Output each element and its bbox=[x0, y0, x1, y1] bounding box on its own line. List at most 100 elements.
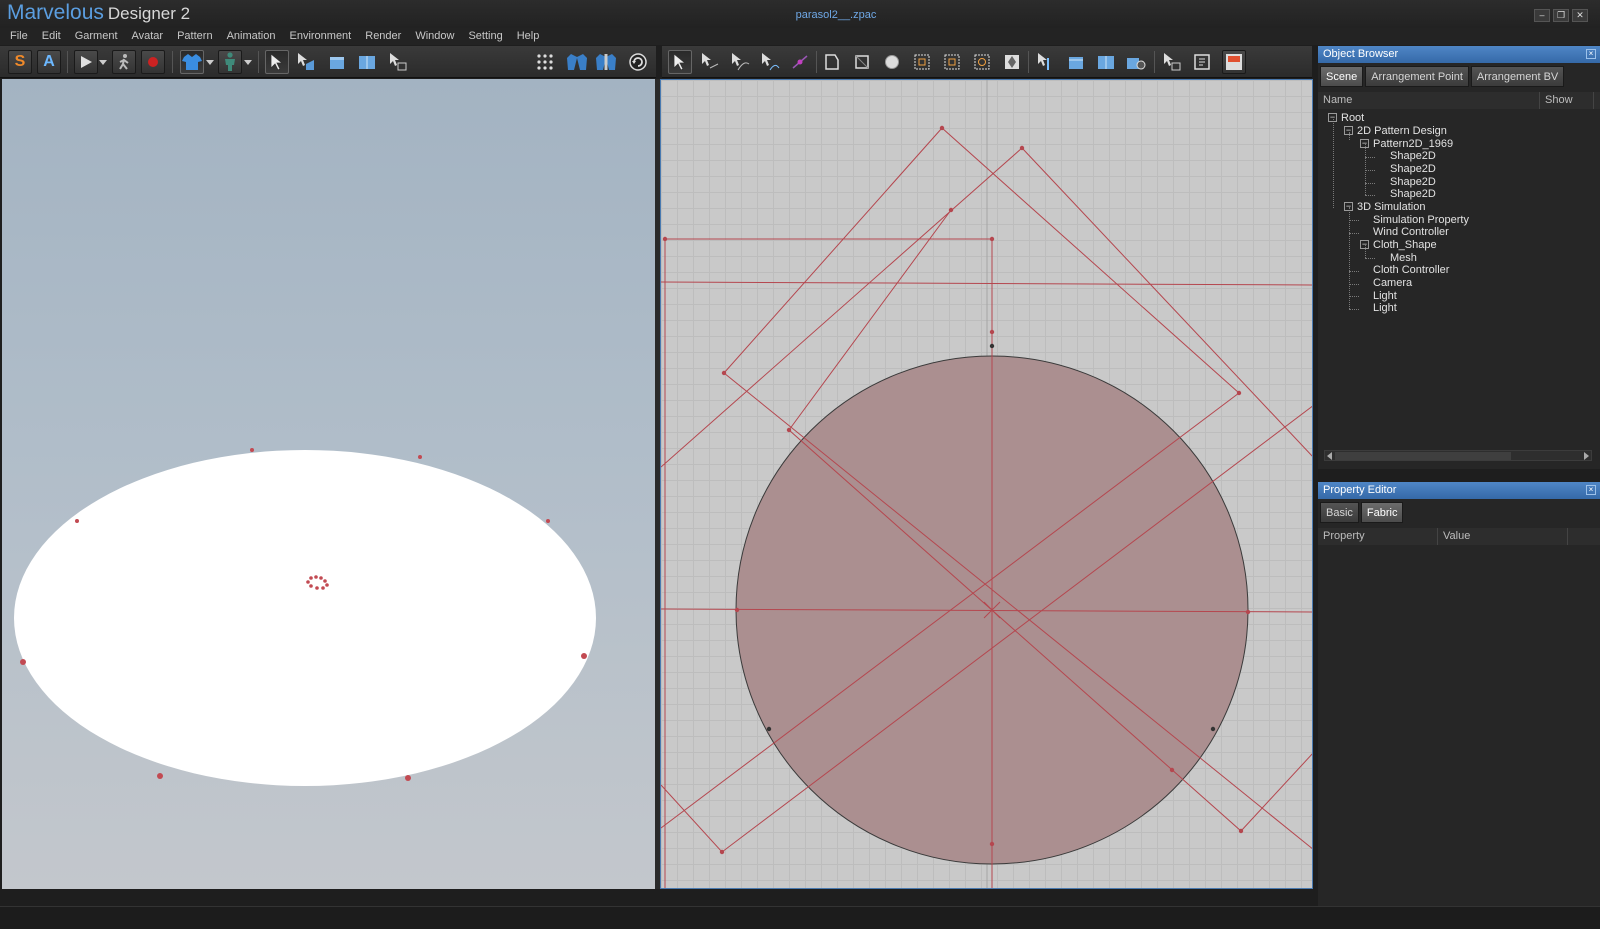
scrollbar-thumb[interactable] bbox=[1335, 452, 1511, 460]
viewport-3d[interactable] bbox=[2, 79, 655, 889]
play-dropdown[interactable] bbox=[98, 50, 108, 74]
viewport-2d[interactable] bbox=[660, 79, 1313, 889]
record-button[interactable] bbox=[141, 50, 165, 74]
menu-garment[interactable]: Garment bbox=[75, 28, 118, 45]
tree-item-root[interactable]: − Root bbox=[1328, 112, 1364, 125]
menu-window[interactable]: Window bbox=[415, 28, 454, 45]
free-sewing-button[interactable] bbox=[1064, 50, 1088, 74]
edit-pattern-button[interactable] bbox=[698, 50, 722, 74]
garment-view-button[interactable] bbox=[565, 50, 589, 74]
close-button[interactable]: ✕ bbox=[1572, 9, 1588, 22]
dots-grid-icon bbox=[537, 54, 553, 70]
collapse-icon[interactable]: − bbox=[1344, 202, 1353, 211]
scroll-right-icon[interactable] bbox=[1583, 452, 1590, 460]
pattern-point-3d bbox=[75, 519, 79, 523]
tab-scene[interactable]: Scene bbox=[1320, 66, 1364, 87]
tree-item-cloth-shape[interactable]: − Cloth_Shape bbox=[1360, 239, 1437, 252]
tree-item-light[interactable]: Light bbox=[1373, 302, 1397, 315]
polygon-button[interactable] bbox=[820, 50, 844, 74]
reset-button[interactable] bbox=[626, 50, 650, 74]
polygon-icon bbox=[825, 54, 839, 70]
select-mesh-button[interactable] bbox=[294, 50, 318, 74]
garment-button[interactable] bbox=[180, 50, 204, 74]
avatar-button[interactable] bbox=[218, 50, 242, 74]
select-mesh-icon bbox=[298, 53, 314, 70]
edit-sewing-button[interactable] bbox=[758, 50, 782, 74]
tree-item-shape2d[interactable]: Shape2D bbox=[1390, 163, 1436, 176]
tree-item-3d-simulation[interactable]: −3D Simulation bbox=[1344, 201, 1425, 214]
status-bar bbox=[0, 906, 1600, 929]
particle-distance-button[interactable] bbox=[533, 50, 557, 74]
tree-item-wind-controller[interactable]: Wind Controller bbox=[1373, 226, 1449, 239]
column-name[interactable]: Name bbox=[1318, 92, 1540, 109]
annotation-button[interactable] bbox=[1190, 50, 1214, 74]
menu-setting[interactable]: Setting bbox=[468, 28, 502, 45]
menu-environment[interactable]: Environment bbox=[289, 28, 351, 45]
tree-item-shape2d[interactable]: Shape2D bbox=[1390, 188, 1436, 201]
menu-avatar[interactable]: Avatar bbox=[132, 28, 164, 45]
scroll-left-icon[interactable] bbox=[1326, 452, 1333, 460]
object-browser-tabs: Scene Arrangement Point Arrangement BV bbox=[1318, 63, 1600, 87]
minimize-button[interactable]: – bbox=[1534, 9, 1550, 22]
internal-circle-button[interactable] bbox=[970, 50, 994, 74]
menu-render[interactable]: Render bbox=[365, 28, 401, 45]
close-icon[interactable]: × bbox=[1586, 485, 1596, 495]
square-pattern-1[interactable] bbox=[723, 127, 1240, 394]
internal-polygon-icon bbox=[914, 54, 930, 70]
tree-item-cloth-controller[interactable]: Cloth Controller bbox=[1373, 264, 1449, 277]
texture-button[interactable] bbox=[1222, 50, 1246, 74]
dart-button[interactable] bbox=[1000, 50, 1024, 74]
menu-edit[interactable]: Edit bbox=[42, 28, 61, 45]
internal-polygon-button[interactable] bbox=[910, 50, 934, 74]
add-point-icon bbox=[792, 55, 808, 69]
fold-button[interactable] bbox=[355, 50, 379, 74]
garment-dropdown[interactable] bbox=[205, 50, 215, 74]
animation-mode-button[interactable]: A bbox=[37, 50, 61, 74]
menu-pattern[interactable]: Pattern bbox=[177, 28, 212, 45]
close-icon[interactable]: × bbox=[1586, 49, 1596, 59]
play-button[interactable] bbox=[74, 50, 98, 74]
column-value[interactable]: Value bbox=[1438, 528, 1568, 545]
menu-animation[interactable]: Animation bbox=[227, 28, 276, 45]
scene-tree: − Root −2D Pattern Design − Pattern2D_1969… bbox=[1318, 109, 1600, 439]
tab-fabric[interactable]: Fabric bbox=[1360, 502, 1404, 523]
segment-sewing-button[interactable] bbox=[1034, 50, 1058, 74]
chevron-down-icon bbox=[244, 60, 252, 65]
simulation-mode-button[interactable]: S bbox=[8, 50, 32, 74]
select-box-icon bbox=[1164, 53, 1181, 71]
collapse-icon[interactable]: − bbox=[1344, 126, 1353, 135]
tab-arrangement-bv[interactable]: Arrangement BV bbox=[1470, 66, 1565, 87]
collapse-icon[interactable]: − bbox=[1360, 240, 1369, 249]
edit-curve-button[interactable] bbox=[728, 50, 752, 74]
tab-basic[interactable]: Basic bbox=[1320, 502, 1359, 523]
restore-button[interactable]: ❐ bbox=[1553, 9, 1569, 22]
collapse-icon[interactable]: − bbox=[1360, 139, 1369, 148]
select-3d-button[interactable] bbox=[265, 50, 289, 74]
column-show[interactable]: Show bbox=[1540, 92, 1594, 109]
add-point-button[interactable] bbox=[788, 50, 812, 74]
tack-button[interactable] bbox=[386, 50, 410, 74]
avatar-dropdown[interactable] bbox=[243, 50, 253, 74]
pin-button[interactable] bbox=[325, 50, 349, 74]
internal-rectangle-button[interactable] bbox=[940, 50, 964, 74]
shirt-icon bbox=[182, 54, 202, 70]
select-2d-button[interactable] bbox=[668, 50, 692, 74]
tab-arrangement-point[interactable]: Arrangement Point bbox=[1365, 66, 1469, 87]
pattern-point-3d bbox=[581, 653, 587, 659]
tree-item-shape2d[interactable]: Shape2D bbox=[1390, 150, 1436, 163]
menu-help[interactable]: Help bbox=[517, 28, 540, 45]
fabric-edit-button[interactable] bbox=[1094, 50, 1118, 74]
select-sewing-button[interactable] bbox=[1160, 50, 1184, 74]
circle-button[interactable] bbox=[880, 50, 904, 74]
menu-file[interactable]: File bbox=[10, 28, 28, 45]
walk-button[interactable] bbox=[112, 50, 136, 74]
garment-avatar-button[interactable] bbox=[594, 50, 618, 74]
rectangle-button[interactable] bbox=[850, 50, 874, 74]
horizontal-scrollbar[interactable] bbox=[1324, 450, 1592, 461]
fabric-properties-button[interactable] bbox=[1124, 50, 1148, 74]
tree-item-2d-pattern-design[interactable]: −2D Pattern Design bbox=[1344, 125, 1447, 138]
tree-item-camera[interactable]: Camera bbox=[1373, 277, 1412, 290]
column-property[interactable]: Property bbox=[1318, 528, 1438, 545]
object-browser-panel: Object Browser × Scene Arrangement Point… bbox=[1318, 46, 1600, 469]
collapse-icon[interactable]: − bbox=[1328, 113, 1337, 122]
